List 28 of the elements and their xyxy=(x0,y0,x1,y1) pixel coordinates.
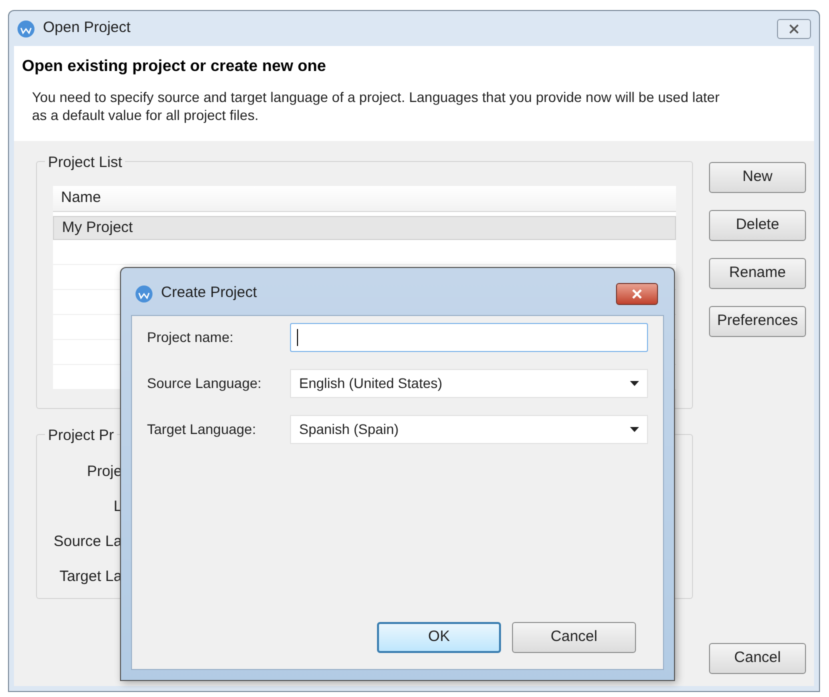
dialog-button[interactable]: New xyxy=(709,162,806,193)
dialog-button[interactable]: OK xyxy=(377,622,501,653)
close-icon xyxy=(789,24,799,34)
page-heading: Open existing project or create new one xyxy=(22,57,328,77)
app-logo-icon xyxy=(17,20,35,38)
language-dropdown[interactable]: English (United States) xyxy=(290,369,648,398)
dialog-button[interactable]: Cancel xyxy=(512,622,636,653)
language-dropdown[interactable]: Spanish (Spain) xyxy=(290,415,648,444)
window-title: Open Project xyxy=(43,18,131,38)
field-label: Project name: xyxy=(147,328,234,347)
field-label: Target Language: xyxy=(147,420,257,439)
project-name-field[interactable] xyxy=(290,323,648,352)
text-cursor xyxy=(297,329,298,346)
description-text: You need to specify source and target language of a project. Languages that you provide now will be used later as a default value for all project files. xyxy=(32,88,721,124)
table-row[interactable]: My Project xyxy=(53,216,676,240)
dropdown-arrow-icon xyxy=(630,381,639,386)
property-label: Proje xyxy=(86,463,122,481)
dialog-title: Create Project xyxy=(161,283,257,304)
dialog-button[interactable]: Preferences xyxy=(709,306,806,337)
close-button[interactable] xyxy=(616,282,658,304)
dialog-button[interactable]: Rename xyxy=(709,258,806,289)
close-button[interactable] xyxy=(777,18,811,38)
close-icon xyxy=(631,288,643,298)
dialog-button[interactable]: Delete xyxy=(709,210,806,241)
field-label: Source Language: xyxy=(147,374,262,393)
app-logo-icon xyxy=(135,284,153,302)
dropdown-arrow-icon xyxy=(630,427,639,432)
dialog-button[interactable]: Cancel xyxy=(709,643,806,674)
